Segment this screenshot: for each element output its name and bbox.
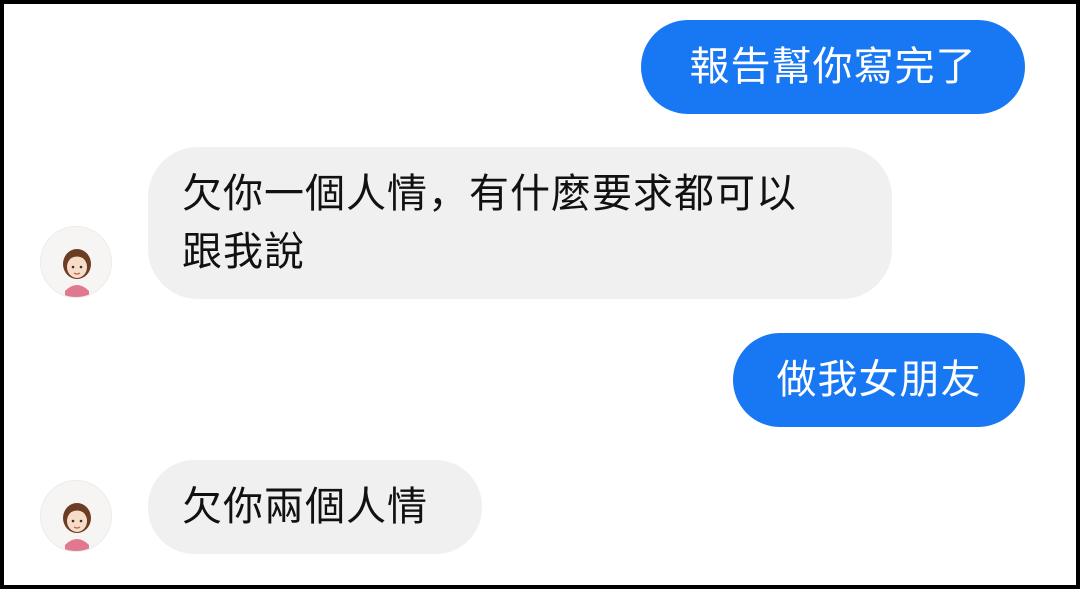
girl-avatar-icon	[63, 503, 91, 551]
girl-avatar-icon	[63, 249, 91, 297]
message-bubble-outgoing[interactable]: 報告幫你寫完了	[641, 20, 1025, 114]
chat-window: 報告幫你寫完了 欠你一個人情，有什麼要求都可以 跟我說 做我女朋友 欠你兩個人情	[4, 4, 1076, 585]
message-bubble-incoming[interactable]: 欠你一個人情，有什麼要求都可以 跟我說	[148, 147, 892, 299]
message-bubble-incoming[interactable]: 欠你兩個人情	[148, 460, 482, 554]
contact-avatar-icon[interactable]	[40, 226, 112, 298]
contact-avatar-icon[interactable]	[40, 480, 112, 552]
message-bubble-outgoing[interactable]: 做我女朋友	[733, 333, 1025, 427]
